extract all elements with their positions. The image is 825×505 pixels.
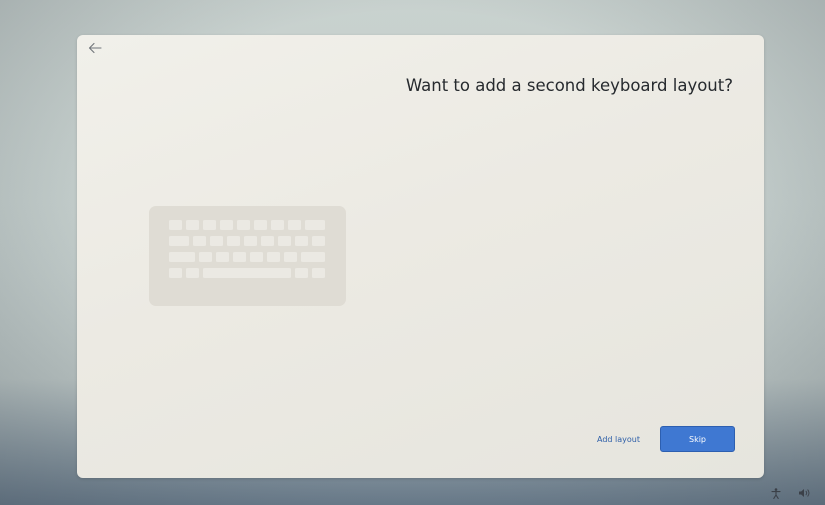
back-button[interactable] — [84, 37, 106, 59]
skip-button[interactable]: Skip — [660, 426, 735, 452]
keyboard-illustration-icon — [149, 206, 346, 306]
accessibility-icon[interactable] — [769, 487, 783, 499]
volume-icon[interactable] — [797, 487, 811, 499]
arrow-left-icon — [88, 42, 102, 54]
setup-dialog: Want to add a second keyboard layout? Ad… — [77, 35, 764, 478]
system-tray — [769, 487, 811, 499]
footer-actions: Add layout Skip — [597, 426, 735, 452]
page-title: Want to add a second keyboard layout? — [405, 76, 733, 95]
add-layout-button[interactable]: Add layout — [597, 435, 640, 444]
